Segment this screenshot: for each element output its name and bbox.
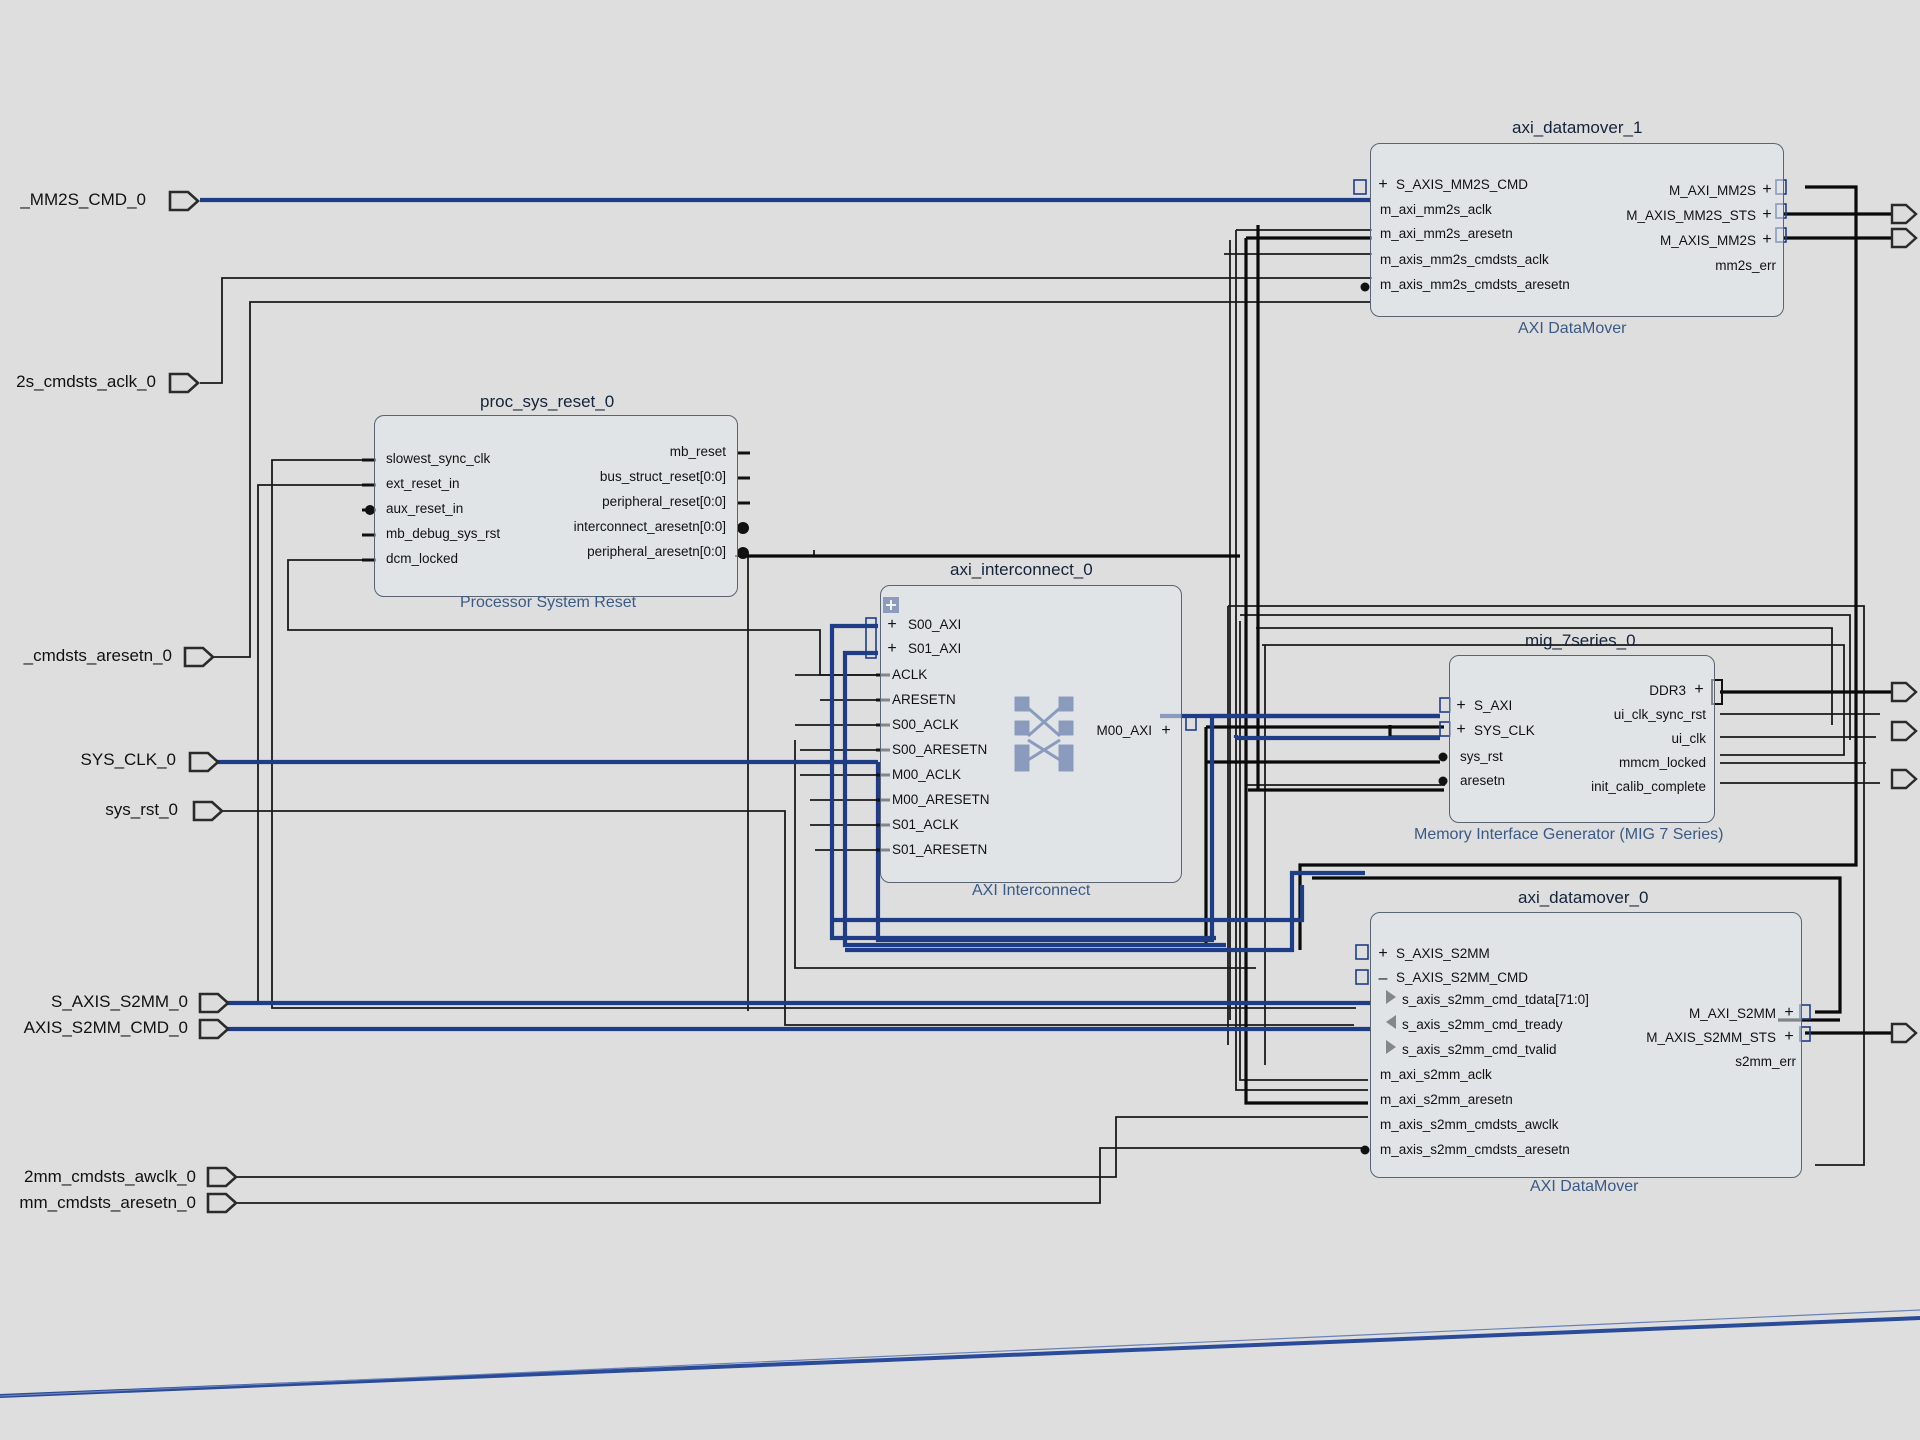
block-title: axi_datamover_1 [1512,118,1643,137]
pin-label: ui_clk_sync_rst [1613,707,1706,722]
pin-label: dcm_locked [386,551,459,566]
pin-label: M_AXI_S2MM [1688,1006,1776,1021]
expand-bus-icon[interactable]: + [1452,721,1470,739]
pin-label: ext_reset_in [386,476,460,491]
port-label: sys_rst_0 [105,800,178,819]
pin-label: mb_debug_sys_rst [386,526,501,541]
pin-label: DDR3 [1649,683,1686,698]
pin-label: m_axi_s2mm_aresetn [1380,1092,1513,1107]
port-label: AXIS_S2MM_CMD_0 [23,1018,188,1037]
pin-label: S01_ARESETN [892,842,988,857]
pin-label: S01_ACLK [892,817,959,832]
pin-label: M_AXIS_S2MM_STS [1646,1030,1776,1045]
pin-label: m_axis_s2mm_cmdsts_awclk [1380,1117,1559,1132]
expand-bus-icon[interactable]: + [1758,181,1776,199]
pin-label: M_AXI_MM2S [1668,183,1756,198]
expand-bus-icon[interactable]: + [883,640,901,658]
expand-bus-icon[interactable]: + [1758,206,1776,224]
pin-label: ui_clk [1671,731,1706,746]
pin-label: interconnect_aresetn[0:0] [573,519,726,534]
pin-label: peripheral_reset[0:0] [602,494,726,509]
pin-label: m_axi_mm2s_aclk [1380,202,1492,217]
port-label: mm_cmdsts_aresetn_0 [19,1193,196,1212]
port-label: 2s_cmdsts_aclk_0 [16,372,156,391]
pin-label: M00_AXI [1096,723,1152,738]
pin-label: slowest_sync_clk [386,451,491,466]
pin-label: m_axis_s2mm_cmdsts_aresetn [1380,1142,1570,1157]
port-label: _cmdsts_aresetn_0 [23,646,172,665]
block-design-canvas[interactable]: _MM2S_CMD_0 2s_cmdsts_aclk_0 _cmdsts_are… [0,0,1920,1440]
expand-bus-icon[interactable]: + [1758,231,1776,249]
block-type-label: AXI DataMover [1530,1178,1639,1195]
pin-label: mb_reset [669,444,726,459]
pin-label: init_calib_complete [1591,779,1706,794]
port-label: SYS_CLK_0 [80,750,176,769]
pin-label: S01_AXI [908,641,962,656]
port-label: _MM2S_CMD_0 [20,190,146,209]
pin-label: s2mm_err [1735,1054,1796,1069]
block-type-label: AXI DataMover [1518,320,1627,337]
expand-bus-icon[interactable]: – [1374,970,1392,988]
block-title: mig_7series_0 [1525,631,1636,650]
pin-label: s_axis_s2mm_cmd_tdata[71:0] [1402,992,1589,1007]
pin-label: bus_struct_reset[0:0] [599,469,726,484]
pin-label: peripheral_aresetn[0:0] [587,544,726,559]
pin-label: s_axis_s2mm_cmd_tready [1402,1017,1563,1032]
expand-bus-icon[interactable]: + [1157,722,1175,740]
pin-label: M00_ARESETN [892,792,990,807]
expand-bus-icon[interactable]: + [1780,1004,1798,1022]
expand-bus-icon[interactable]: + [1374,945,1392,963]
pin-label: S00_ARESETN [892,742,988,757]
pin-label: aux_reset_in [386,501,464,516]
block-type-label: Processor System Reset [460,594,637,611]
pin-label: S_AXIS_S2MM [1396,946,1490,961]
pin-label: M00_ACLK [892,767,962,782]
pin-label: s_axis_s2mm_cmd_tvalid [1402,1042,1557,1057]
port-label: S_AXIS_S2MM_0 [50,992,188,1011]
pin-label: S00_ACLK [892,717,959,732]
pin-label: m_axi_mm2s_aresetn [1380,226,1513,241]
pin-label: m_axis_mm2s_cmdsts_aresetn [1380,277,1570,292]
expand-bus-icon[interactable]: + [1690,681,1708,699]
expand-bus-icon[interactable]: + [1452,697,1470,715]
expand-bus-icon[interactable]: + [883,616,901,634]
expand-bus-icon[interactable]: + [1374,176,1392,194]
pin-label: M_AXIS_MM2S_STS [1626,208,1756,223]
block-title: axi_interconnect_0 [950,560,1093,579]
pin-label: ACLK [892,667,928,682]
pin-label: ARESETN [892,692,956,707]
pin-label: mm2s_err [1715,258,1776,273]
pin-label: m_axis_mm2s_cmdsts_aclk [1380,252,1549,267]
block-title: axi_datamover_0 [1518,888,1649,907]
expand-bus-icon[interactable]: + [1780,1028,1798,1046]
pin-label: S00_AXI [908,617,962,632]
pin-label: S_AXI [1474,698,1513,713]
pin-label: S_AXIS_S2MM_CMD [1396,970,1529,985]
port-label: 2mm_cmdsts_awclk_0 [24,1167,196,1186]
pin-label: S_AXIS_MM2S_CMD [1396,177,1529,192]
block-type-label: Memory Interface Generator (MIG 7 Series… [1414,826,1724,843]
block-type-label: AXI Interconnect [972,882,1091,899]
pin-label: m_axi_s2mm_aclk [1380,1067,1492,1082]
pin-label: M_AXIS_MM2S [1659,233,1756,248]
pin-label: sys_rst [1460,749,1503,764]
pin-label: mmcm_locked [1618,755,1706,770]
block-title: proc_sys_reset_0 [480,392,615,411]
pin-label: aresetn [1460,773,1506,788]
